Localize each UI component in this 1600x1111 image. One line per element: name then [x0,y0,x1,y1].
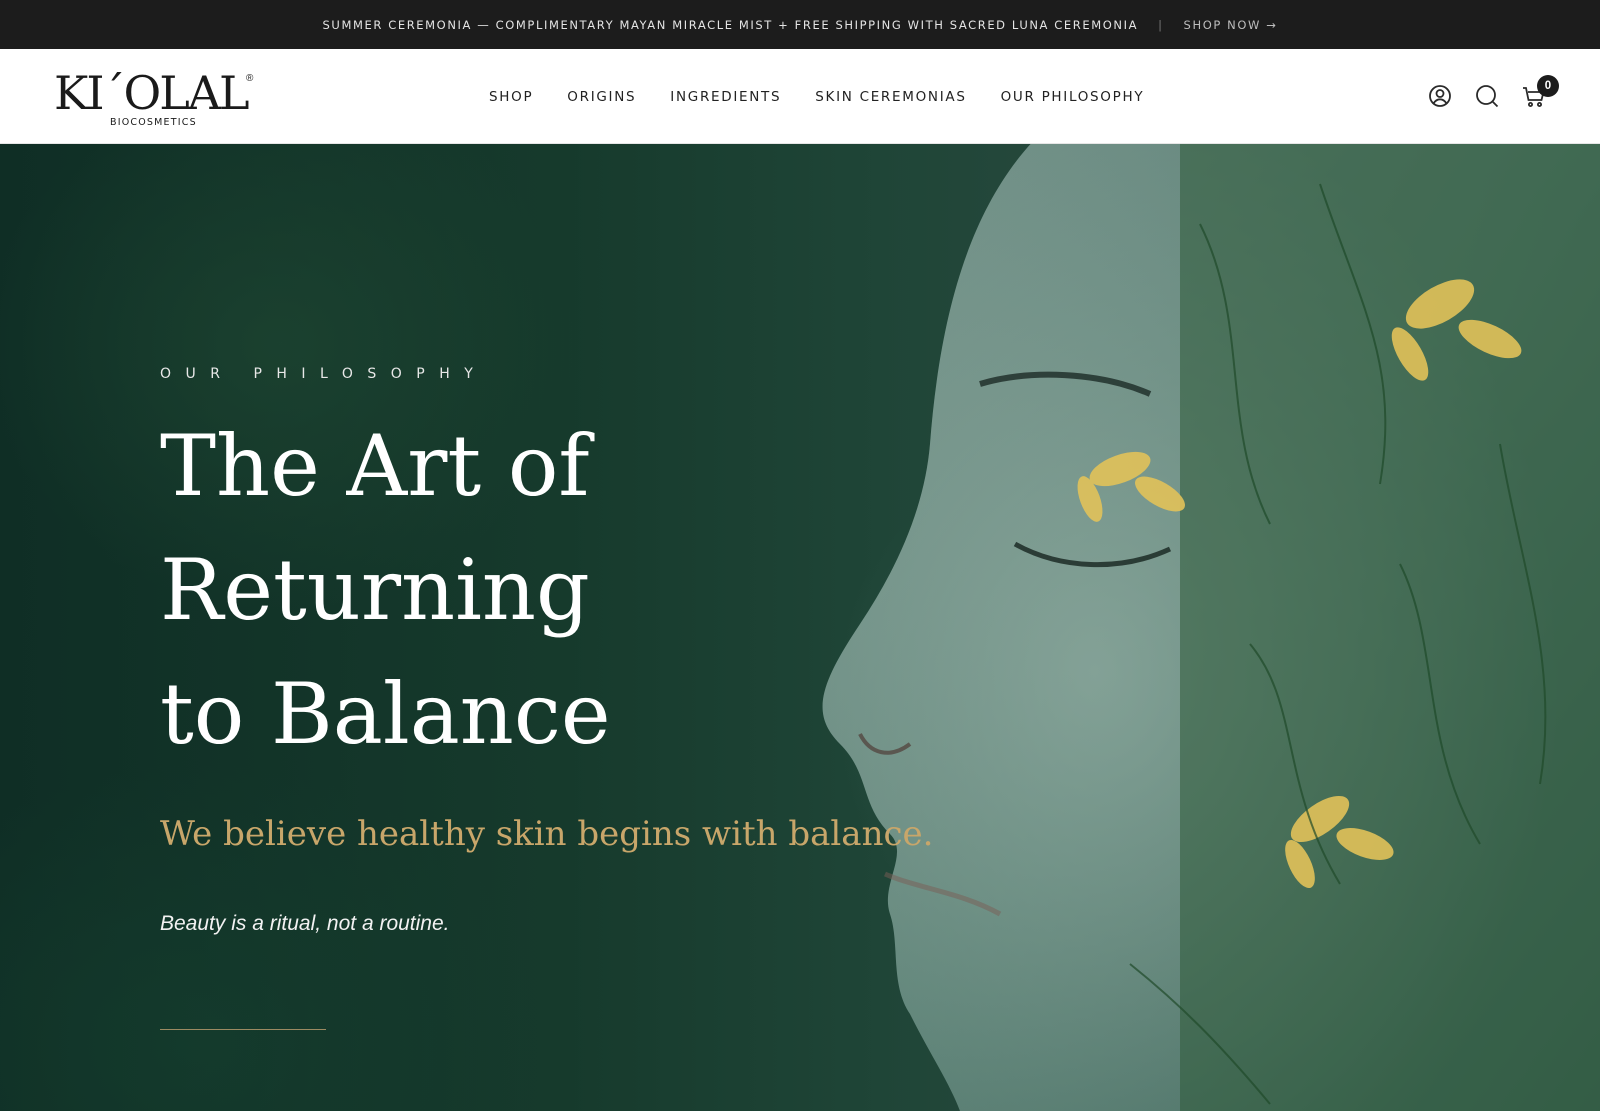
hero-headline-line: The Art of [160,417,590,515]
nav-item-our-philosophy[interactable]: OUR PHILOSOPHY [1001,89,1145,105]
nav-item-ingredients[interactable]: INGREDIENTS [670,89,781,105]
hero-headline-line: Returning [160,541,590,639]
hero-eyebrow: OUR PHILOSOPHY [160,366,488,382]
logo-registered-mark: ® [246,73,254,84]
cart-icon[interactable]: 0 [1520,75,1559,110]
announcement-bar: SUMMER CEREMONIA — COMPLIMENTARY MAYAN M… [0,0,1600,49]
hero-banner: OUR PHILOSOPHY The Art of Returning to B… [0,144,1600,1111]
main-nav: SHOP ORIGINS INGREDIENTS SKIN CEREMONIAS… [489,49,1178,144]
nav-item-origins[interactable]: ORIGINS [567,89,636,105]
logo-subtitle: BIOCOSMETICS [110,117,197,128]
logo-wordmark: KI´OLAL [54,66,250,120]
hero-portrait-image [822,144,1600,1111]
cart-count-badge: 0 [1537,75,1559,97]
announcement-text: SUMMER CEREMONIA — COMPLIMENTARY MAYAN M… [322,17,1139,32]
hero-subline: Beauty is a ritual, not a routine. [160,912,450,935]
shop-now-link[interactable]: SHOP NOW → [1184,18,1278,32]
site-header: KI´OLAL ® BIOCOSMETICS SHOP ORIGINS INGR… [0,49,1600,144]
nav-item-skin-ceremonias[interactable]: SKIN CEREMONIAS [815,89,966,105]
search-icon[interactable] [1473,82,1501,110]
hero-headline: The Art of Returning to Balance [160,404,800,776]
hero-tagline: We believe healthy skin begins with bala… [160,814,934,854]
hero-divider [160,1029,326,1030]
account-icon[interactable] [1426,82,1454,110]
announcement-separator: | [1158,17,1164,32]
nav-item-shop[interactable]: SHOP [489,89,533,105]
logo[interactable]: KI´OLAL ® BIOCOSMETICS [54,67,264,129]
hero-headline-line: to Balance [160,665,611,763]
